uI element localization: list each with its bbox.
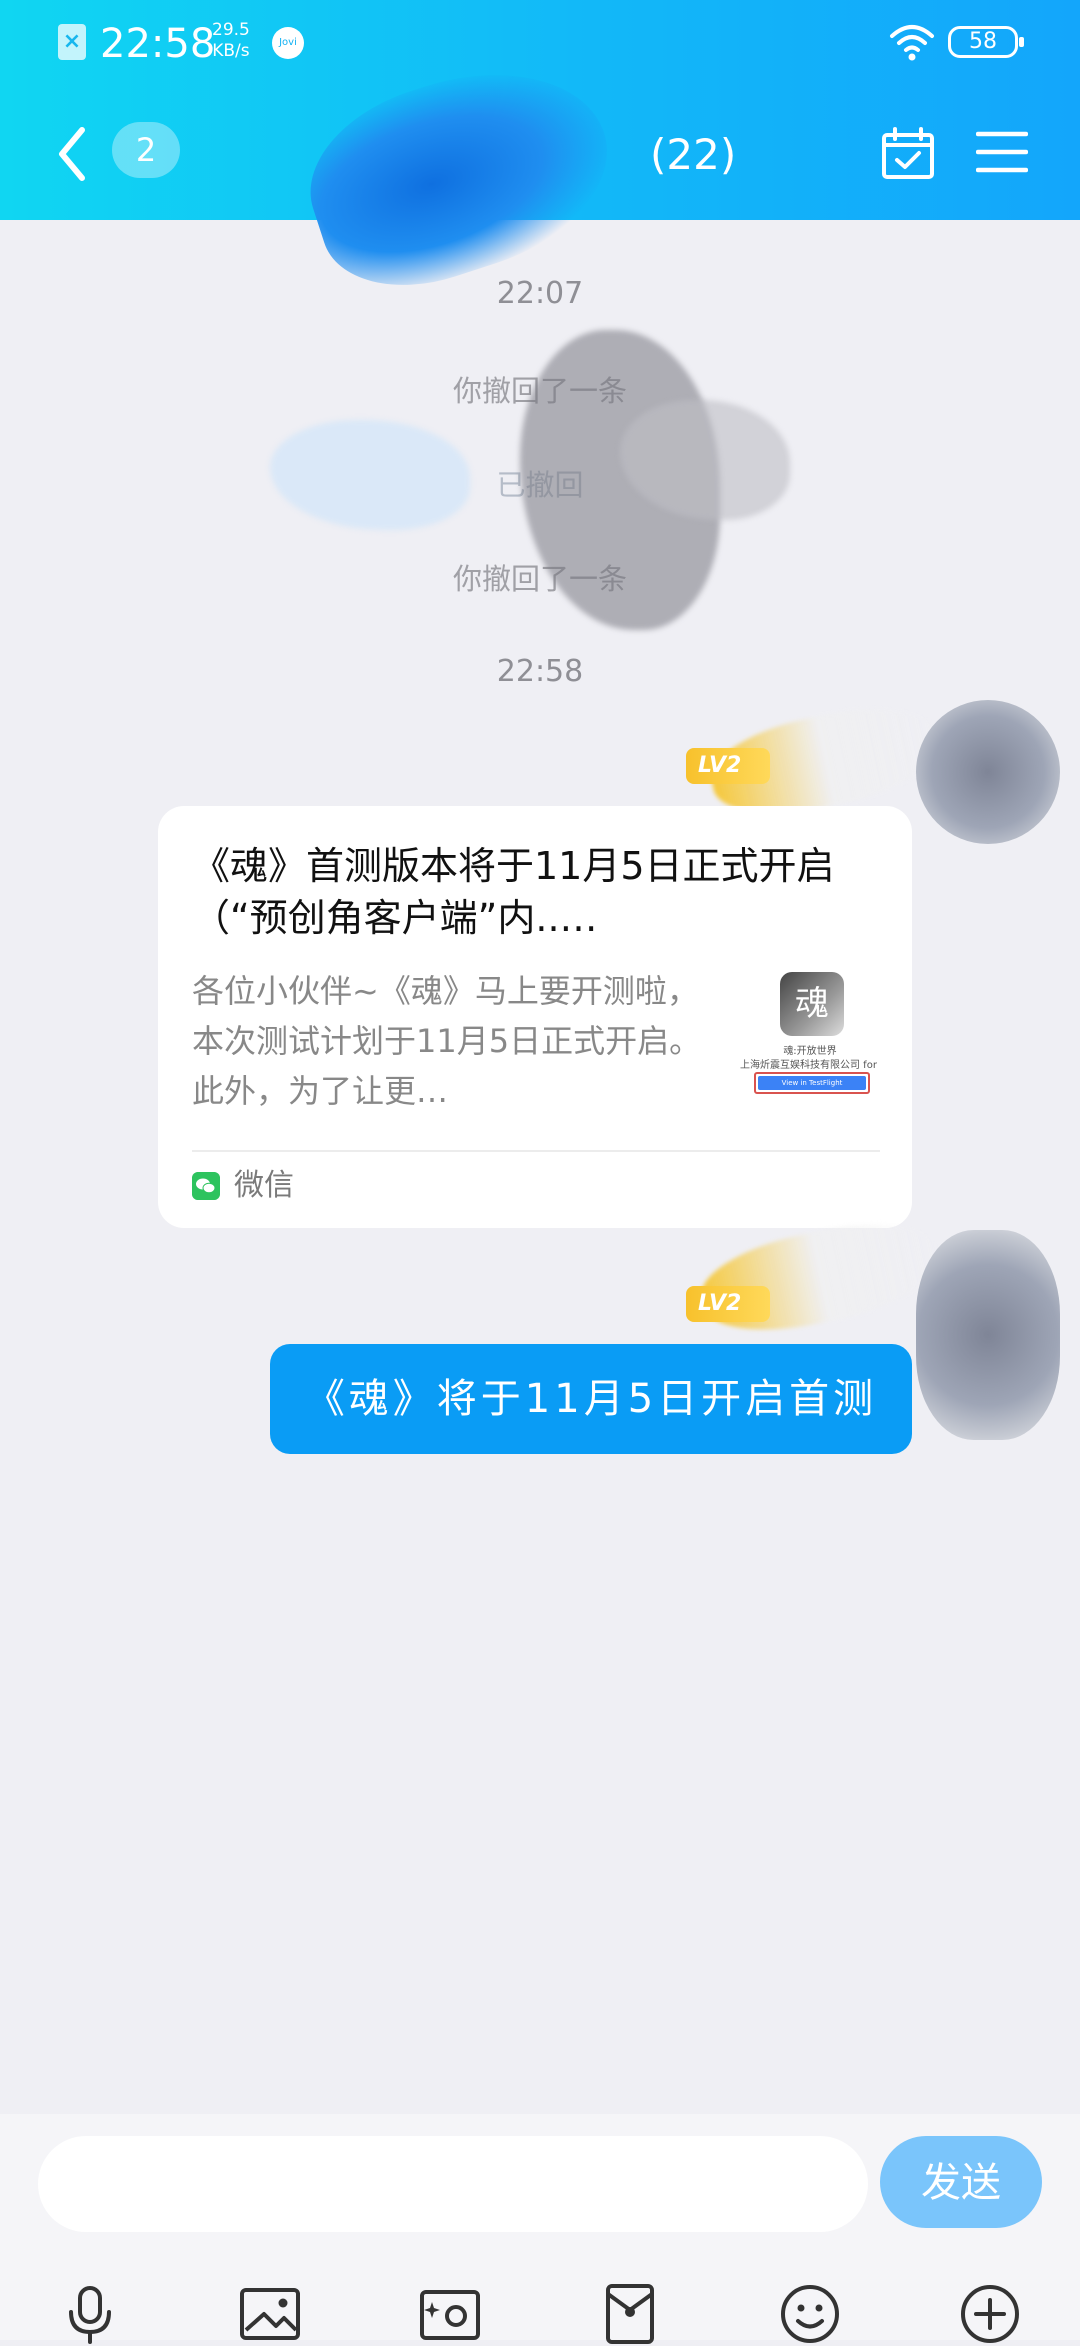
menu-icon[interactable]	[976, 130, 1028, 174]
battery-indicator: 58	[948, 26, 1024, 58]
member-count: (22)	[650, 130, 737, 179]
card-description: 各位小伙伴~《魂》马上要开测啦，本次测试计划于11月5日正式开启。此外，为了让更…	[192, 972, 702, 1110]
status-bar: × 22:58 29.5 KB/s Jovi 58	[0, 0, 1080, 88]
message-timestamp: 22:58	[496, 654, 584, 689]
wifi-icon	[890, 25, 934, 61]
microphone-icon[interactable]	[58, 2282, 122, 2346]
camera-icon[interactable]	[418, 2282, 482, 2346]
card-source: 微信	[234, 1168, 294, 1203]
shared-link-card[interactable]: 《魂》首测版本将于11月5日正式开启（“预创角客户端”内..… 各位小伙伴~《魂…	[158, 806, 912, 1228]
thumbnail-button-label: View in TestFlight	[758, 1076, 866, 1090]
level-badge: LV2	[686, 1286, 770, 1322]
status-time: 22:58	[100, 21, 216, 67]
redacted-nickname-smear	[693, 1208, 947, 1346]
level-badge: LV2	[686, 748, 770, 784]
emoji-icon[interactable]	[778, 2282, 842, 2346]
message-input-bar: 发送	[0, 2114, 1080, 2344]
sim-icon: ×	[58, 24, 86, 60]
calendar-check-icon[interactable]	[880, 126, 936, 182]
network-speed-unit: KB/s	[212, 41, 250, 61]
network-speed: 29.5 KB/s	[212, 20, 250, 62]
app-logo: 魂	[780, 972, 844, 1036]
recall-notice: 你撤回了一条	[452, 562, 627, 596]
red-packet-icon[interactable]	[598, 2282, 662, 2346]
plus-icon[interactable]	[958, 2282, 1022, 2346]
card-divider	[192, 1150, 880, 1152]
chat-header: × 22:58 29.5 KB/s Jovi 58 2 (22)	[0, 0, 1080, 312]
thumbnail-caption: 魂:开放世界	[783, 1046, 837, 1057]
chat-title: (22)	[287, 38, 820, 312]
network-speed-value: 29.5	[212, 20, 250, 40]
back-icon[interactable]	[52, 122, 92, 186]
thumbnail-caption: 上海炘震互娱科技有限公司 for iPhone	[740, 1060, 880, 1071]
message-input[interactable]	[38, 2136, 868, 2232]
avatar[interactable]	[916, 1230, 1060, 1440]
card-thumbnail: 魂 魂:开放世界 上海炘震互娱科技有限公司 for iPhone View in…	[740, 972, 880, 1102]
message-timestamp: 22:07	[496, 276, 584, 311]
thumbnail-button: View in TestFlight	[754, 1072, 870, 1094]
unread-count-badge[interactable]: 2	[112, 122, 180, 178]
image-icon[interactable]	[238, 2282, 302, 2346]
assistant-icon: Jovi	[272, 27, 304, 59]
card-title: 《魂》首测版本将于11月5日正式开启（“预创角客户端”内..…	[192, 844, 835, 940]
wechat-icon	[192, 1172, 220, 1200]
send-button[interactable]: 发送	[880, 2136, 1042, 2228]
avatar[interactable]	[916, 700, 1060, 844]
text-message-bubble[interactable]: 《魂》将于11月5日开启首测	[270, 1344, 912, 1454]
redaction-scribble	[270, 420, 470, 530]
